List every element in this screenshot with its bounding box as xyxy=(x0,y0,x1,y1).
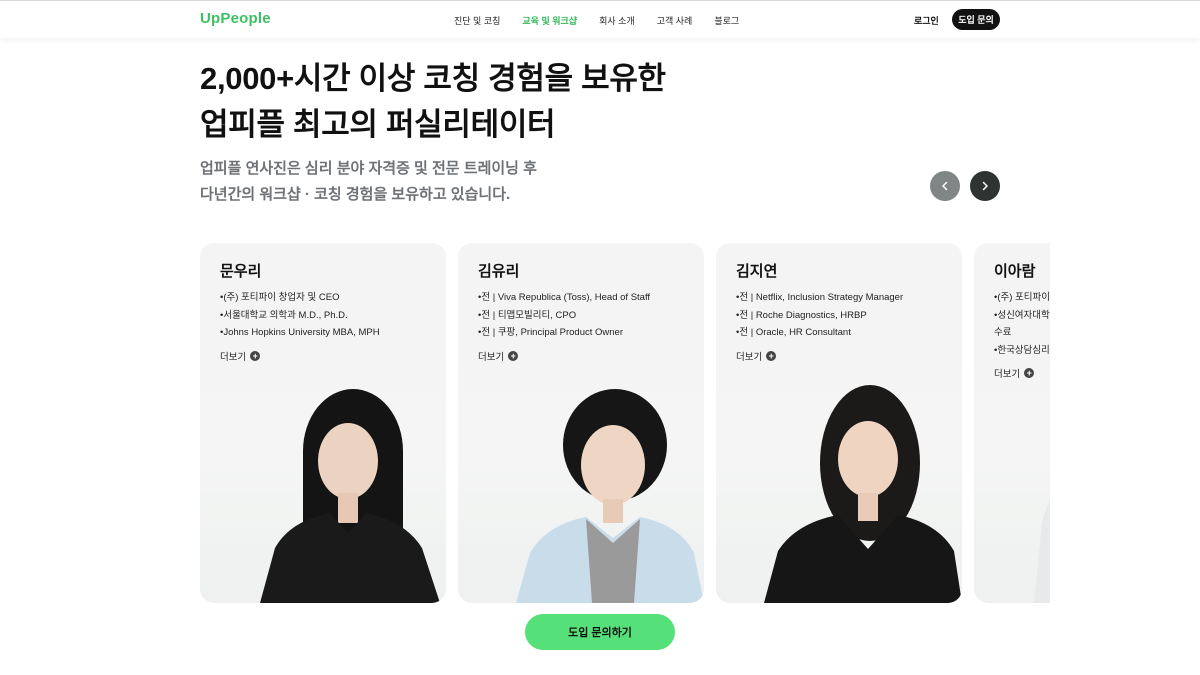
facilitator-name: 김지연 xyxy=(736,263,778,280)
facilitator-bullets: •전 | Viva Republica (Toss), Head of Staf… xyxy=(478,289,694,342)
page-title: 2,000+시간 이상 코칭 경험을 보유한 업피플 최고의 퍼실리테이터 xyxy=(200,56,666,148)
list-item: •전 | Roche Diagnostics, HRBP xyxy=(736,309,867,321)
portrait-image xyxy=(764,385,962,603)
page-subtitle: 업피플 연사진은 심리 분야 자격증 및 전문 트레이닝 후 다년간의 워크샵 … xyxy=(200,156,537,208)
page-title-line-1: 2,000+시간 이상 코칭 경험을 보유한 xyxy=(200,61,666,96)
portrait-image xyxy=(260,389,440,603)
list-item: •전 | Viva Republica (Toss), Head of Staf… xyxy=(478,292,651,303)
page-subtitle-line-1: 업피플 연사진은 심리 분야 자격증 및 전문 트레이닝 후 xyxy=(200,160,537,177)
plus-icon: + xyxy=(766,351,777,361)
facilitator-name: 이아람 xyxy=(994,263,1036,280)
facilitator-card-3[interactable]: 김지연 •전 | Netflix, Inclusion Strategy Man… xyxy=(716,243,962,603)
more-label: 더보기 xyxy=(478,352,505,363)
nav-item-blog[interactable]: 블로그 xyxy=(714,14,739,27)
list-item: •(주) 포티파이 창업자 및 CEO xyxy=(220,292,340,303)
list-item: •전 | Netflix, Inclusion Strategy Manager xyxy=(736,292,904,303)
list-item: •한국상담심리 xyxy=(994,344,1050,356)
plus-icon: + xyxy=(250,351,261,361)
facilitator-card-1[interactable]: 문우리 •(주) 포티파이 창업자 및 CEO •서울대학교 의학과 M.D.,… xyxy=(200,243,446,603)
chevron-left-icon xyxy=(942,181,948,191)
inquiry-button[interactable]: 도입 문의 xyxy=(952,9,1000,30)
list-item: •서울대학교 의학과 M.D., Ph.D. xyxy=(220,309,348,321)
facilitator-name: 김유리 xyxy=(478,263,520,280)
more-link[interactable]: 더보기 + xyxy=(736,349,777,363)
nav-item-education-workshop[interactable]: 교육 및 워크샵 xyxy=(522,14,577,27)
carousel-next-button[interactable] xyxy=(970,171,1000,201)
plus-icon: + xyxy=(508,351,519,361)
nav-item-cases[interactable]: 고객 사례 xyxy=(657,14,693,27)
facilitator-name: 문우리 xyxy=(220,263,262,280)
facilitator-card-2[interactable]: 김유리 •전 | Viva Republica (Toss), Head of … xyxy=(458,243,704,603)
facilitator-carousel: 문우리 •(주) 포티파이 창업자 및 CEO •서울대학교 의학과 M.D.,… xyxy=(200,243,1050,603)
more-label: 더보기 xyxy=(220,352,247,363)
list-item: •전 | Oracle, HR Consultant xyxy=(736,327,851,338)
list-item: •Johns Hopkins University MBA, MPH xyxy=(220,327,380,338)
nav-item-diagnosis-coaching[interactable]: 진단 및 코칭 xyxy=(454,14,500,27)
list-item: 수료 xyxy=(994,327,1012,338)
carousel-prev-button[interactable] xyxy=(930,171,960,201)
facilitator-bullets: •(주) 포티파이 •성신여자대학 수료 •한국상담심리 xyxy=(994,289,1050,359)
inquiry-cta-button[interactable]: 도입 문의하기 xyxy=(525,614,675,650)
list-item: •성신여자대학 xyxy=(994,309,1050,321)
page-subtitle-line-2: 다년간의 워크샵 · 코칭 경험을 보유하고 있습니다. xyxy=(200,186,511,203)
more-label: 더보기 xyxy=(736,352,763,363)
page-title-line-2: 업피플 최고의 퍼실리테이터 xyxy=(200,107,556,142)
login-link[interactable]: 로그인 xyxy=(914,14,939,27)
chevron-right-icon xyxy=(982,181,988,191)
list-item: •전 | 티맵모빌리티, CPO xyxy=(478,309,577,321)
list-item: •전 | 쿠팡, Principal Product Owner xyxy=(478,327,624,338)
facilitator-bullets: •(주) 포티파이 창업자 및 CEO •서울대학교 의학과 M.D., Ph.… xyxy=(220,289,436,342)
list-item: •(주) 포티파이 xyxy=(994,292,1050,303)
uppeople-logo[interactable]: UpPeople xyxy=(200,10,271,27)
top-navigation-bar: UpPeople 진단 및 코칭 교육 및 워크샵 회사 소개 고객 사례 블로… xyxy=(0,0,1200,38)
facilitator-card-4[interactable]: 이아람 •(주) 포티파이 •성신여자대학 수료 •한국상담심리 더보기 + xyxy=(974,243,1050,603)
facilitator-bullets: •전 | Netflix, Inclusion Strategy Manager… xyxy=(736,289,952,342)
nav-item-company[interactable]: 회사 소개 xyxy=(599,14,635,27)
portrait-image xyxy=(516,389,704,603)
more-link[interactable]: 더보기 + xyxy=(478,349,519,363)
main-nav: 진단 및 코칭 교육 및 워크샵 회사 소개 고객 사례 블로그 xyxy=(454,14,761,27)
portrait-image xyxy=(1034,501,1050,603)
more-link[interactable]: 더보기 + xyxy=(220,349,261,363)
